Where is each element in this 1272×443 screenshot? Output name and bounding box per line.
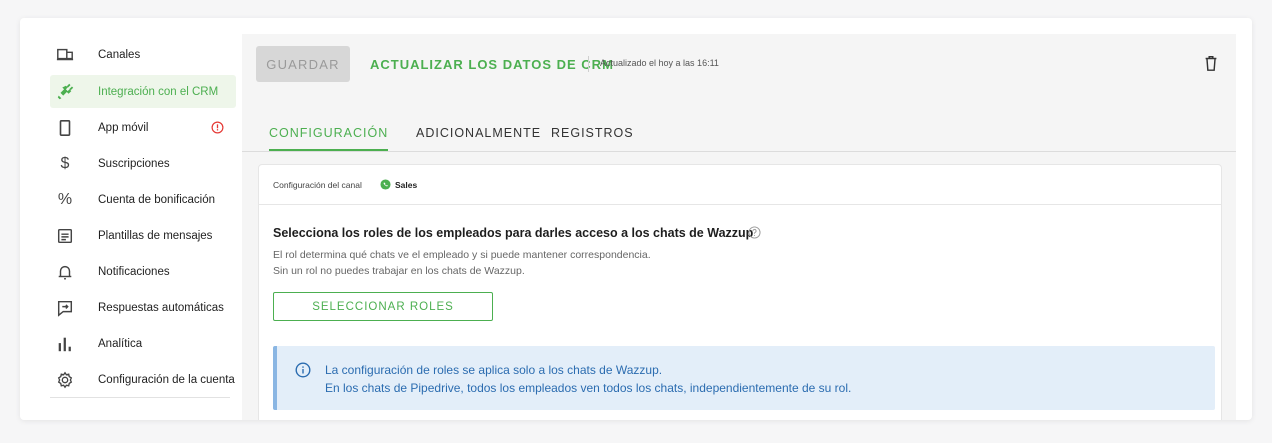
sidebar: Canales Integración con el CRM App móvil… <box>42 38 238 420</box>
channel-label: Configuración del canal <box>273 180 362 190</box>
sidebar-divider <box>50 397 230 398</box>
sidebar-item-mobile-app[interactable]: App móvil <box>50 111 236 144</box>
sidebar-item-label: Cuenta de bonificación <box>98 193 215 206</box>
updated-timestamp: Actualizado el hoy a las 16:11 <box>600 58 719 68</box>
bell-icon <box>54 261 76 283</box>
tab-bar: CONFIGURACIÓN ADICIONALMENTE REGISTROS <box>242 118 1236 152</box>
panel-header: Configuración del canal Sales <box>259 165 1221 205</box>
sidebar-item-label: Analítica <box>98 337 143 350</box>
sidebar-item-label: Plantillas de mensajes <box>98 229 213 242</box>
auto-reply-icon <box>54 297 76 319</box>
tab-additional[interactable]: ADICIONALMENTE <box>416 118 541 151</box>
main-panel: GUARDAR ACTUALIZAR LOS DATOS DE CRM Actu… <box>242 34 1236 420</box>
dollar-icon: $ <box>60 154 70 172</box>
sidebar-item-account-settings[interactable]: Configuración de la cuenta <box>50 363 236 396</box>
plug-icon <box>54 81 76 103</box>
sidebar-item-auto-replies[interactable]: Respuestas automáticas <box>50 291 236 324</box>
template-icon <box>54 225 76 247</box>
sidebar-item-label: Configuración de la cuenta <box>98 373 235 386</box>
sidebar-item-label: Suscripciones <box>98 157 170 170</box>
description-line-1: El rol determina qué chats ve el emplead… <box>273 249 651 261</box>
sidebar-item-subscriptions[interactable]: $ Suscripciones <box>50 147 236 180</box>
tab-configuration[interactable]: CONFIGURACIÓN <box>269 118 389 151</box>
sidebar-item-label: Integración con el CRM <box>98 85 219 98</box>
description-line-2: Sin un rol no puedes trabajar en los cha… <box>273 265 525 277</box>
sidebar-item-label: Respuestas automáticas <box>98 301 224 314</box>
select-roles-button[interactable]: SELECCIONAR ROLES <box>273 292 493 321</box>
channels-icon <box>54 44 76 66</box>
gear-icon <box>54 369 76 391</box>
channel-settings-panel: Configuración del canal Sales Selecciona… <box>258 164 1222 420</box>
analytics-icon <box>54 333 76 355</box>
trash-icon[interactable] <box>1202 54 1220 72</box>
alert-icon <box>211 121 224 134</box>
channel-name: Sales <box>395 180 418 190</box>
settings-card: Canales Integración con el CRM App móvil… <box>20 18 1252 420</box>
sidebar-item-bonus-account[interactable]: % Cuenta de bonificación <box>50 183 236 216</box>
help-icon[interactable] <box>748 226 761 239</box>
update-crm-button[interactable]: ACTUALIZAR LOS DATOS DE CRM <box>370 46 614 82</box>
info-icon <box>295 362 311 378</box>
sidebar-item-label: Notificaciones <box>98 265 170 278</box>
sidebar-item-channels[interactable]: Canales <box>50 38 236 71</box>
info-text-line-1: La configuración de roles se aplica solo… <box>325 363 663 377</box>
info-banner: La configuración de roles se aplica solo… <box>273 346 1215 410</box>
sidebar-item-analytics[interactable]: Analítica <box>50 327 236 360</box>
sidebar-item-notifications[interactable]: Notificaciones <box>50 255 236 288</box>
whatsapp-icon <box>380 179 391 190</box>
percent-icon: % <box>57 190 73 208</box>
mobile-icon <box>54 117 76 139</box>
info-text-line-2: En los chats de Pipedrive, todos los emp… <box>325 381 852 395</box>
toolbar: GUARDAR ACTUALIZAR LOS DATOS DE CRM Actu… <box>242 34 1236 90</box>
save-button[interactable]: GUARDAR <box>256 46 350 82</box>
tab-logs[interactable]: REGISTROS <box>551 118 634 151</box>
sidebar-item-label: App móvil <box>98 121 149 134</box>
sidebar-item-crm-integration[interactable]: Integración con el CRM <box>50 75 236 108</box>
sidebar-item-message-templates[interactable]: Plantillas de mensajes <box>50 219 236 252</box>
section-heading: Selecciona los roles de los empleados pa… <box>273 226 754 240</box>
sidebar-item-label: Canales <box>98 48 141 61</box>
toolbar-separator <box>588 56 589 72</box>
